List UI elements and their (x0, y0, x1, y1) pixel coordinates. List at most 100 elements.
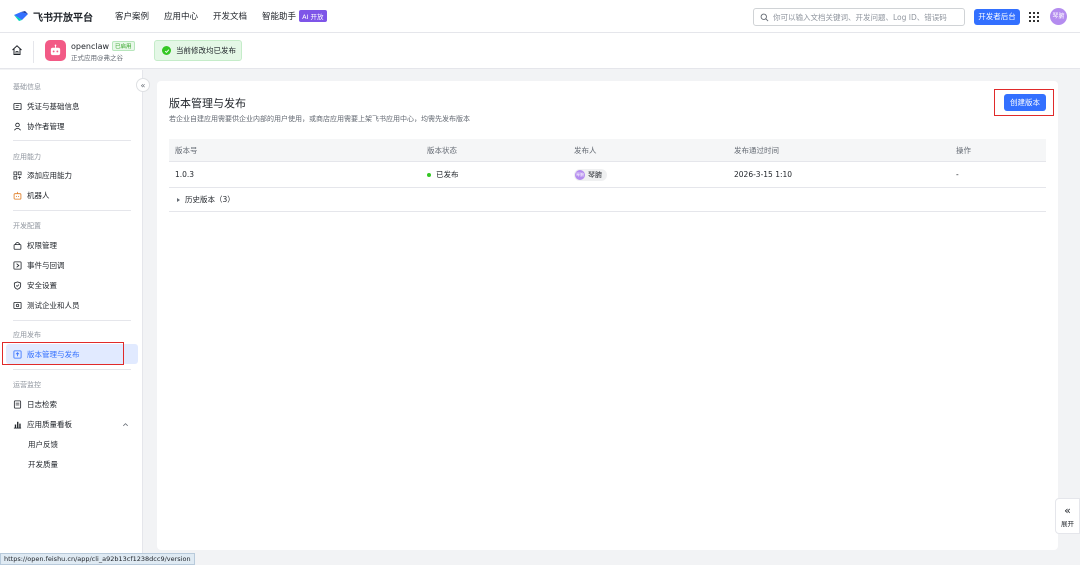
sidebar-item-credentials[interactable]: 凭证与基础信息 (0, 96, 140, 116)
sidebar-item-dev-quality[interactable]: 开发质量 (0, 454, 140, 474)
brand-name: 飞书开放平台 (33, 12, 93, 24)
credential-icon (13, 102, 22, 110)
history-versions-label: 历史版本（3） (185, 195, 235, 204)
version-table: 版本号 版本状态 发布人 发布通过时间 操作 1.0.3 已发布 琴腑 琴腑 20… (169, 139, 1046, 212)
sidebar-section-basic-info: 基础信息 (13, 83, 41, 91)
user-avatar[interactable]: 琴腑 (1050, 8, 1067, 25)
app-name-text: openclaw (71, 41, 110, 51)
divider (13, 140, 131, 141)
page-title: 版本管理与发布 (169, 97, 246, 110)
nav-customer-cases[interactable]: 客户案例 (115, 10, 149, 22)
chart-icon (13, 421, 22, 429)
sidebar-item-label: 事件与回调 (27, 260, 65, 270)
expand-label: 展开 (1061, 519, 1074, 528)
shield-icon (13, 280, 22, 290)
header-publisher: 发布人 (574, 145, 597, 155)
sidebar-item-label: 测试企业和人员 (27, 300, 80, 310)
status-url-bar: https://open.feishu.cn/app/cli_a92b13cf1… (0, 553, 195, 565)
sidebar-item-robot[interactable]: 机器人 (0, 185, 140, 205)
sidebar-item-label: 机器人 (27, 190, 50, 200)
sidebar-item-label: 日志检索 (27, 399, 57, 409)
ai-badge: AI 开放 (299, 10, 327, 22)
sidebar-item-label: 开发质量 (28, 459, 58, 469)
status-text: 已发布 (436, 170, 459, 179)
header-actions: 操作 (956, 145, 971, 155)
sidebar-item-security[interactable]: 安全设置 (0, 275, 140, 295)
release-status-banner: 当前修改均已发布 (154, 40, 242, 61)
search-icon (760, 13, 769, 21)
sidebar-section-app-release: 应用发布 (13, 331, 41, 339)
app-grid-icon[interactable] (1029, 12, 1039, 22)
search-placeholder: 你可以输入文档关键词、开发问题、Log ID、错误码 (773, 12, 947, 22)
sidebar-item-test-enterprise[interactable]: 测试企业和人员 (0, 295, 140, 315)
app-subtitle: 正式应用@弗之谷 (71, 54, 123, 62)
sidebar-item-log-search[interactable]: 日志检索 (0, 394, 140, 414)
top-nav: 客户案例 应用中心 开发文档 智能助手 AI 开放 (115, 10, 342, 22)
highlight-box-create-button (994, 89, 1054, 116)
release-status-text: 当前修改均已发布 (176, 46, 236, 55)
divider (13, 210, 131, 211)
sidebar-item-events[interactable]: 事件与回调 (0, 255, 140, 275)
divider (13, 320, 131, 321)
sidebar-section-monitoring: 运营监控 (13, 381, 41, 389)
sidebar-item-label: 应用质量看板 (27, 419, 72, 429)
cell-actions: - (956, 170, 959, 179)
developer-console-button[interactable]: 开发者后台 (974, 9, 1020, 25)
sidebar-item-label: 权限管理 (27, 240, 57, 250)
chevron-up-icon[interactable] (122, 421, 129, 428)
cell-version: 1.0.3 (175, 170, 195, 179)
sidebar-item-label: 添加应用能力 (27, 170, 72, 180)
log-icon (13, 399, 22, 409)
sidebar-item-label: 安全设置 (27, 280, 57, 290)
caret-right-icon (177, 197, 180, 202)
table-row: 1.0.3 已发布 琴腑 琴腑 2026-3-15 1:10 - (169, 162, 1046, 188)
search-input[interactable]: 你可以输入文档关键词、开发问题、Log ID、错误码 (753, 8, 965, 26)
app-status-badge: 已启用 (112, 41, 135, 51)
event-icon (13, 260, 22, 270)
divider (13, 369, 131, 370)
sidebar-item-label: 协作者管理 (27, 121, 65, 131)
collapse-sidebar-button[interactable]: « (136, 78, 150, 92)
sidebar-item-label: 用户反馈 (28, 439, 58, 449)
table-header: 版本号 版本状态 发布人 发布通过时间 操作 (169, 139, 1046, 162)
nav-dev-docs[interactable]: 开发文档 (213, 10, 247, 22)
publisher-name: 琴腑 (588, 170, 602, 179)
double-chevron-left-icon: « (140, 80, 146, 90)
double-chevron-left-icon: « (1064, 503, 1071, 517)
robot-icon (13, 191, 22, 200)
sidebar-item-quality-dashboard[interactable]: 应用质量看板 (0, 414, 140, 434)
main-content-panel: 版本管理与发布 若企业自建应用需要供企业内部的用户使用，或商店应用需要上架飞书应… (157, 81, 1058, 550)
sidebar-item-user-feedback[interactable]: 用户反馈 (0, 434, 140, 454)
brand-logo[interactable]: 飞书开放平台 (13, 9, 93, 24)
test-icon (13, 301, 22, 309)
header-publish-time: 发布通过时间 (734, 145, 779, 155)
home-icon[interactable] (11, 44, 23, 56)
app-name: openclaw 已启用 (71, 41, 135, 51)
sidebar-item-add-capability[interactable]: 添加应用能力 (0, 165, 140, 185)
grid-add-icon (13, 171, 22, 179)
highlight-box-sidebar (2, 342, 124, 365)
publisher-avatar: 琴腑 (575, 169, 585, 180)
expand-panel-button[interactable]: « 展开 (1055, 498, 1080, 534)
sidebar-section-app-capabilities: 应用能力 (13, 153, 41, 161)
nav-ai-assistant[interactable]: 智能助手 AI 开放 (262, 10, 327, 22)
sidebar-item-collaborators[interactable]: 协作者管理 (0, 116, 140, 136)
header-version: 版本号 (175, 145, 198, 155)
cell-publish-time: 2026-3-15 1:10 (734, 170, 793, 179)
sidebar-item-permissions[interactable]: 权限管理 (0, 235, 140, 255)
feishu-logo-icon (14, 11, 28, 21)
top-navigation-bar: 飞书开放平台 客户案例 应用中心 开发文档 智能助手 AI 开放 你可以输入文档关… (0, 0, 1080, 33)
divider (33, 41, 34, 63)
header-status: 版本状态 (427, 145, 457, 155)
sidebar-item-label: 凭证与基础信息 (27, 101, 80, 111)
cell-publisher: 琴腑 琴腑 (574, 168, 607, 181)
nav-app-center[interactable]: 应用中心 (164, 10, 198, 22)
check-circle-icon (162, 46, 171, 55)
history-versions-toggle[interactable]: 历史版本（3） (169, 188, 1046, 212)
app-header: openclaw 已启用 正式应用@弗之谷 当前修改均已发布 (0, 33, 1080, 69)
status-dot (427, 173, 431, 177)
permission-icon (13, 241, 22, 250)
nav-ai-assistant-label: 智能助手 (262, 12, 297, 22)
publisher-chip[interactable]: 琴腑 琴腑 (574, 168, 607, 181)
app-robot-icon (45, 40, 66, 61)
